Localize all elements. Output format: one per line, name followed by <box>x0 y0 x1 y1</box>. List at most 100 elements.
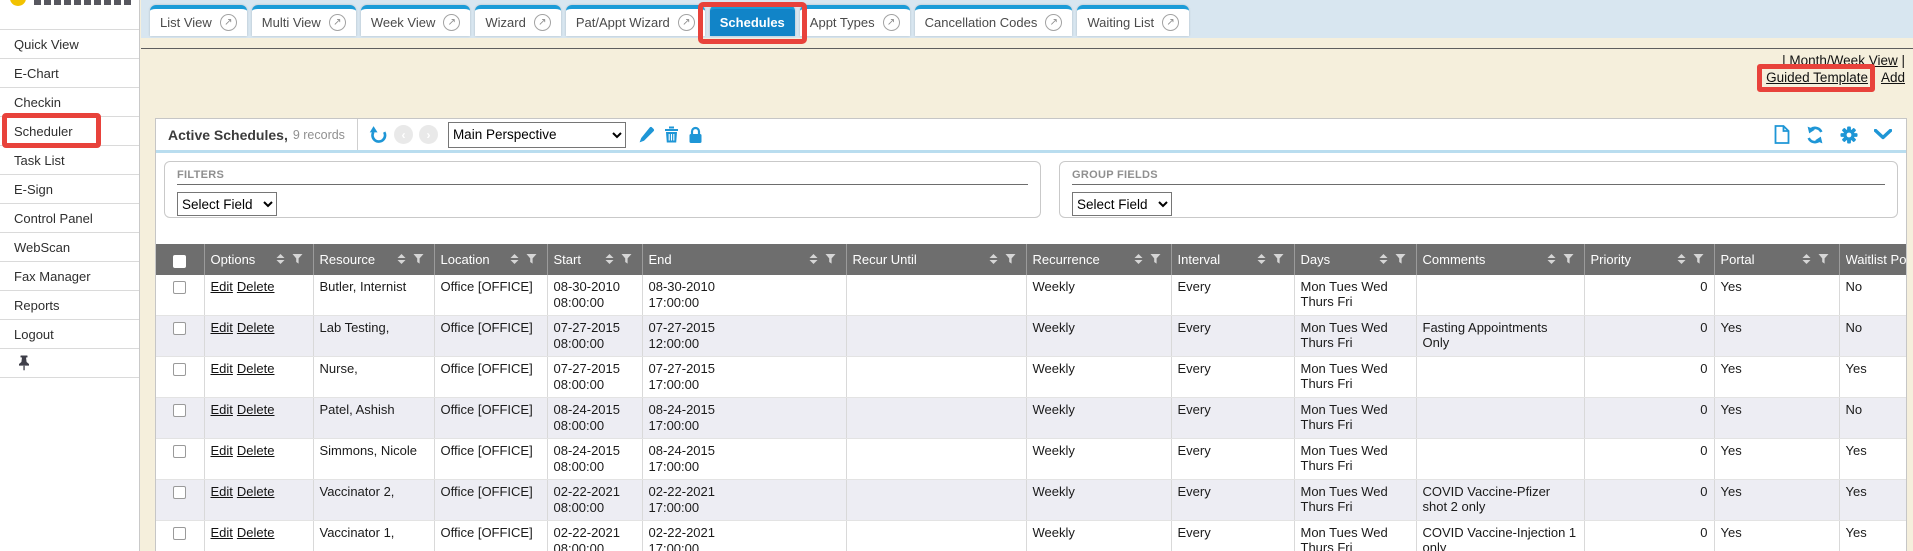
column-header-recur-until[interactable]: Recur Until <box>846 244 1026 275</box>
filter-funnel-icon[interactable] <box>1693 252 1704 267</box>
delete-link[interactable]: Delete <box>237 279 275 294</box>
delete-link[interactable]: Delete <box>237 402 275 417</box>
next-circle-icon[interactable]: › <box>419 125 438 144</box>
sidebar-item-e-chart[interactable]: E-Chart <box>0 59 139 88</box>
group-field-select[interactable]: Select Field <box>1072 192 1172 216</box>
prev-circle-icon[interactable]: ‹ <box>394 125 413 144</box>
sort-icon[interactable] <box>1547 252 1556 267</box>
filters-field-select[interactable]: Select Field <box>177 192 277 216</box>
tab-multi-view[interactable]: Multi View ↗ <box>252 5 356 36</box>
delete-link[interactable]: Delete <box>237 361 275 376</box>
sidebar-item-control-panel[interactable]: Control Panel <box>0 204 139 233</box>
filter-funnel-icon[interactable] <box>413 252 424 267</box>
sort-icon[interactable] <box>1379 252 1388 267</box>
undo-icon[interactable] <box>369 125 388 144</box>
column-header-start[interactable]: Start <box>547 244 642 275</box>
column-header-end[interactable]: End <box>642 244 846 275</box>
edit-link[interactable]: Edit <box>211 443 233 458</box>
sort-icon[interactable] <box>989 252 998 267</box>
trash-icon[interactable] <box>664 126 679 143</box>
sort-icon[interactable] <box>1134 252 1143 267</box>
sort-icon[interactable] <box>1802 252 1811 267</box>
external-link-arrow-icon[interactable]: ↗ <box>220 14 237 31</box>
add-link[interactable]: Add <box>1881 70 1905 85</box>
sidebar-item-task-list[interactable]: Task List <box>0 146 139 175</box>
pencil-icon[interactable] <box>638 126 655 143</box>
delete-link[interactable]: Delete <box>237 443 275 458</box>
external-link-arrow-icon[interactable]: ↗ <box>443 14 460 31</box>
filter-funnel-icon[interactable] <box>1273 252 1284 267</box>
delete-link[interactable]: Delete <box>237 484 275 499</box>
gear-icon[interactable] <box>1840 126 1858 144</box>
sidebar-item-logout[interactable]: Logout <box>0 320 139 349</box>
month-week-view-link[interactable]: Month/Week View <box>1789 53 1897 68</box>
column-header-portal[interactable]: Portal <box>1714 244 1839 275</box>
delete-link[interactable]: Delete <box>237 320 275 335</box>
row-checkbox[interactable] <box>173 404 186 417</box>
row-checkbox[interactable] <box>173 322 186 335</box>
tab-cancellation-codes[interactable]: Cancellation Codes ↗ <box>915 5 1073 36</box>
sort-icon[interactable] <box>510 252 519 267</box>
guided-template-link[interactable]: Guided Template <box>1766 70 1868 85</box>
tab-waiting-list[interactable]: Waiting List ↗ <box>1077 5 1189 36</box>
sidebar-item-reports[interactable]: Reports <box>0 291 139 320</box>
external-link-arrow-icon[interactable]: ↗ <box>1045 14 1062 31</box>
tab-wizard[interactable]: Wizard ↗ <box>475 5 560 36</box>
external-link-arrow-icon[interactable]: ↗ <box>534 14 551 31</box>
edit-link[interactable]: Edit <box>211 484 233 499</box>
tab-schedules[interactable]: Schedules <box>710 5 795 36</box>
sidebar-item-scheduler[interactable]: Scheduler <box>0 117 139 146</box>
row-checkbox[interactable] <box>173 363 186 376</box>
column-header-recurrence[interactable]: Recurrence <box>1026 244 1171 275</box>
filter-funnel-icon[interactable] <box>292 252 303 267</box>
sort-icon[interactable] <box>1257 252 1266 267</box>
sort-icon[interactable] <box>276 252 285 267</box>
filter-funnel-icon[interactable] <box>1395 252 1406 267</box>
perspective-select[interactable]: Main Perspective <box>448 122 626 148</box>
delete-link[interactable]: Delete <box>237 525 275 540</box>
row-checkbox[interactable] <box>173 281 186 294</box>
sidebar-item-fax-manager[interactable]: Fax Manager <box>0 262 139 291</box>
edit-link[interactable]: Edit <box>211 525 233 540</box>
lock-icon[interactable] <box>688 126 703 144</box>
column-header-location[interactable]: Location <box>434 244 547 275</box>
filter-funnel-icon[interactable] <box>1005 252 1016 267</box>
column-header-days[interactable]: Days <box>1294 244 1416 275</box>
sidebar-item-checkin[interactable]: Checkin <box>0 88 139 117</box>
select-all-checkbox[interactable] <box>173 255 186 268</box>
row-checkbox[interactable] <box>173 486 186 499</box>
external-link-arrow-icon[interactable]: ↗ <box>329 14 346 31</box>
sort-icon[interactable] <box>605 252 614 267</box>
filter-funnel-icon[interactable] <box>1818 252 1829 267</box>
column-header-waitlist-portal[interactable]: Waitlist Portal <box>1839 244 1907 275</box>
tab-appt-types[interactable]: Appt Types ↗ <box>800 5 910 36</box>
edit-link[interactable]: Edit <box>211 361 233 376</box>
edit-link[interactable]: Edit <box>211 402 233 417</box>
external-link-arrow-icon[interactable]: ↗ <box>883 14 900 31</box>
tab-pat-appt-wizard[interactable]: Pat/Appt Wizard ↗ <box>566 5 705 36</box>
filter-funnel-icon[interactable] <box>825 252 836 267</box>
row-checkbox[interactable] <box>173 445 186 458</box>
column-header-comments[interactable]: Comments <box>1416 244 1584 275</box>
column-header-interval[interactable]: Interval <box>1171 244 1294 275</box>
filter-funnel-icon[interactable] <box>621 252 632 267</box>
pushpin-icon[interactable] <box>17 355 31 371</box>
filter-funnel-icon[interactable] <box>526 252 537 267</box>
refresh-icon[interactable] <box>1806 126 1824 144</box>
edit-link[interactable]: Edit <box>211 279 233 294</box>
column-header-priority[interactable]: Priority <box>1584 244 1714 275</box>
sidebar-item-quick-view[interactable]: Quick View <box>0 30 139 59</box>
chevron-down-icon[interactable] <box>1874 129 1892 140</box>
sidebar-item-e-sign[interactable]: E-Sign <box>0 175 139 204</box>
external-link-arrow-icon[interactable]: ↗ <box>678 14 695 31</box>
external-link-arrow-icon[interactable]: ↗ <box>1162 14 1179 31</box>
sort-icon[interactable] <box>809 252 818 267</box>
tab-week-view[interactable]: Week View ↗ <box>361 5 471 36</box>
sidebar-item-webscan[interactable]: WebScan <box>0 233 139 262</box>
filter-funnel-icon[interactable] <box>1150 252 1161 267</box>
column-header-options[interactable]: Options <box>204 244 313 275</box>
sort-icon[interactable] <box>1677 252 1686 267</box>
new-document-icon[interactable] <box>1774 125 1790 144</box>
tab-list-view[interactable]: List View ↗ <box>150 5 247 36</box>
edit-link[interactable]: Edit <box>211 320 233 335</box>
